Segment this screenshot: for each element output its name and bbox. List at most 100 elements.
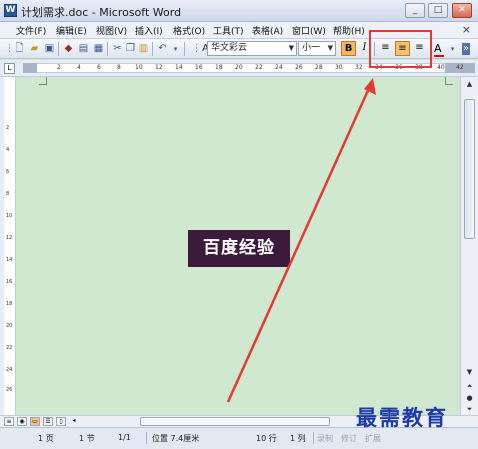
status-separator <box>313 432 314 444</box>
status-page-of: 1/1 <box>118 433 131 442</box>
menu-insert[interactable]: 插入(I) <box>135 24 163 37</box>
web-view-icon[interactable]: ◉ <box>17 417 27 426</box>
font-name-select[interactable]: 华文彩云 ▼ <box>207 41 297 56</box>
window-title: 计划需求.doc - Microsoft Word <box>21 6 182 19</box>
ruler-tick: 42 <box>456 64 464 71</box>
toolbar-options-icon[interactable]: » <box>462 43 470 55</box>
print-icon[interactable]: ▦ <box>92 43 105 55</box>
print-layout-view-icon[interactable]: ▭ <box>30 417 40 426</box>
font-size-value: 小一 <box>302 43 321 53</box>
save-icon[interactable]: ▣ <box>43 43 56 55</box>
menu-file[interactable]: 文件(F) <box>16 24 46 37</box>
undo-dropdown-icon[interactable]: ▾ <box>169 43 182 55</box>
font-color-dropdown-icon[interactable]: ▾ <box>446 43 459 55</box>
vruler-tick: 8 <box>6 191 10 197</box>
close-button[interactable]: ✕ <box>452 3 472 18</box>
reading-view-icon[interactable]: ▯ <box>56 417 66 426</box>
wordart-text-box[interactable]: 百度经验 <box>188 230 290 267</box>
vruler-tick: 16 <box>6 279 13 285</box>
vruler-tick: 20 <box>6 323 13 329</box>
margin-corner-mark <box>39 77 47 85</box>
status-position: 位置 7.4厘米 <box>152 434 200 443</box>
permission-icon[interactable]: ◆ <box>62 43 75 55</box>
vruler-tick: 26 <box>6 387 13 393</box>
font-color-button[interactable]: A <box>434 42 444 57</box>
menu-edit[interactable]: 编辑(E) <box>56 24 87 37</box>
new-document-icon[interactable]: 🗋 <box>13 43 26 55</box>
paste-icon[interactable]: ▥ <box>137 43 150 55</box>
scroll-up-icon[interactable]: ▲ <box>464 79 475 89</box>
vruler-tick: 10 <box>6 213 13 219</box>
previous-page-icon[interactable]: ⏶ <box>464 381 475 391</box>
document-close-icon[interactable]: × <box>462 23 471 36</box>
bold-button[interactable]: B <box>341 41 356 56</box>
ruler-tick: 8 <box>117 64 121 71</box>
status-page: 1 页 <box>38 434 54 443</box>
status-trk[interactable]: 修订 <box>341 433 357 444</box>
ruler-tick: 2 <box>57 64 61 71</box>
menu-help[interactable]: 帮助(H) <box>333 24 365 37</box>
ruler-tick: 32 <box>355 64 363 71</box>
menu-table[interactable]: 表格(A) <box>252 24 283 37</box>
next-page-icon[interactable]: ⏷ <box>464 404 475 414</box>
vertical-scrollbar[interactable]: ▲ ▼ ⏶ ● ⏷ <box>460 77 478 415</box>
menu-format[interactable]: 格式(O) <box>173 24 205 37</box>
horizontal-scroll-thumb[interactable] <box>140 417 330 426</box>
word-app-icon[interactable]: W <box>4 4 17 17</box>
maximize-button[interactable]: □ <box>428 3 448 18</box>
ruler-tick: 14 <box>175 64 183 71</box>
scroll-down-icon[interactable]: ▼ <box>464 367 475 377</box>
status-line: 10 行 <box>256 434 277 443</box>
menu-window[interactable]: 窗口(W) <box>292 24 326 37</box>
chevron-down-icon: ▼ <box>327 44 333 52</box>
ruler-tick: 28 <box>315 64 323 71</box>
vruler-tick: 18 <box>6 301 13 307</box>
toolbar-separator <box>152 42 153 56</box>
vruler-tick: 4 <box>6 147 10 153</box>
margin-corner-mark <box>445 77 453 85</box>
alignment-highlight-box <box>369 30 432 68</box>
vruler-tick: 6 <box>6 169 10 175</box>
ruler-tick: 40 <box>437 64 445 71</box>
ruler-tick: 22 <box>255 64 263 71</box>
vertical-ruler: 2 4 6 8 10 12 14 16 18 20 22 24 26 <box>4 77 16 415</box>
print-preview-icon[interactable]: ▤ <box>77 43 90 55</box>
minimize-button[interactable]: _ <box>405 3 425 18</box>
select-browse-object-icon[interactable]: ● <box>464 393 475 403</box>
toolbar-separator <box>58 42 59 56</box>
vruler-tick: 24 <box>6 367 13 373</box>
vruler-tick: 22 <box>6 345 13 351</box>
ruler-tick: 18 <box>215 64 223 71</box>
toolbar-separator <box>107 42 108 56</box>
tab-stop-selector[interactable]: L <box>4 63 15 74</box>
ruler-tick: 16 <box>195 64 203 71</box>
menu-tools[interactable]: 工具(T) <box>213 24 244 37</box>
chevron-down-icon: ▼ <box>288 44 294 52</box>
copy-icon[interactable]: ❐ <box>124 43 137 55</box>
font-name-value: 华文彩云 <box>211 43 248 53</box>
vruler-tick: 12 <box>6 235 13 241</box>
ruler-margin-left <box>23 63 37 73</box>
toolbar-separator <box>184 42 185 56</box>
open-folder-icon[interactable]: ▰ <box>28 43 41 55</box>
font-size-select[interactable]: 小一 ▼ <box>298 41 336 56</box>
ruler-tick: 26 <box>295 64 303 71</box>
normal-view-icon[interactable]: ≡ <box>4 417 14 426</box>
scroll-left-icon[interactable]: ◂ <box>69 417 79 426</box>
title-bar: W 计划需求.doc - Microsoft Word _ □ ✕ <box>0 0 478 22</box>
vruler-tick: 14 <box>6 257 13 263</box>
outline-view-icon[interactable]: ☰ <box>43 417 53 426</box>
undo-icon[interactable]: ↶ <box>156 43 169 55</box>
menu-view[interactable]: 视图(V) <box>96 24 127 37</box>
vertical-scroll-thumb[interactable] <box>464 99 475 239</box>
ruler-tick: 24 <box>275 64 283 71</box>
status-ext[interactable]: 扩展 <box>365 433 381 444</box>
watermark-logo: 最需教育 <box>356 405 448 430</box>
ruler-tick: 10 <box>135 64 143 71</box>
status-column: 1 列 <box>290 434 306 443</box>
status-rec[interactable]: 录制 <box>317 433 333 444</box>
vruler-tick: 2 <box>6 125 10 131</box>
ruler-tick: 30 <box>335 64 343 71</box>
ruler-tick: 20 <box>235 64 243 71</box>
cut-icon[interactable]: ✂ <box>111 43 124 55</box>
